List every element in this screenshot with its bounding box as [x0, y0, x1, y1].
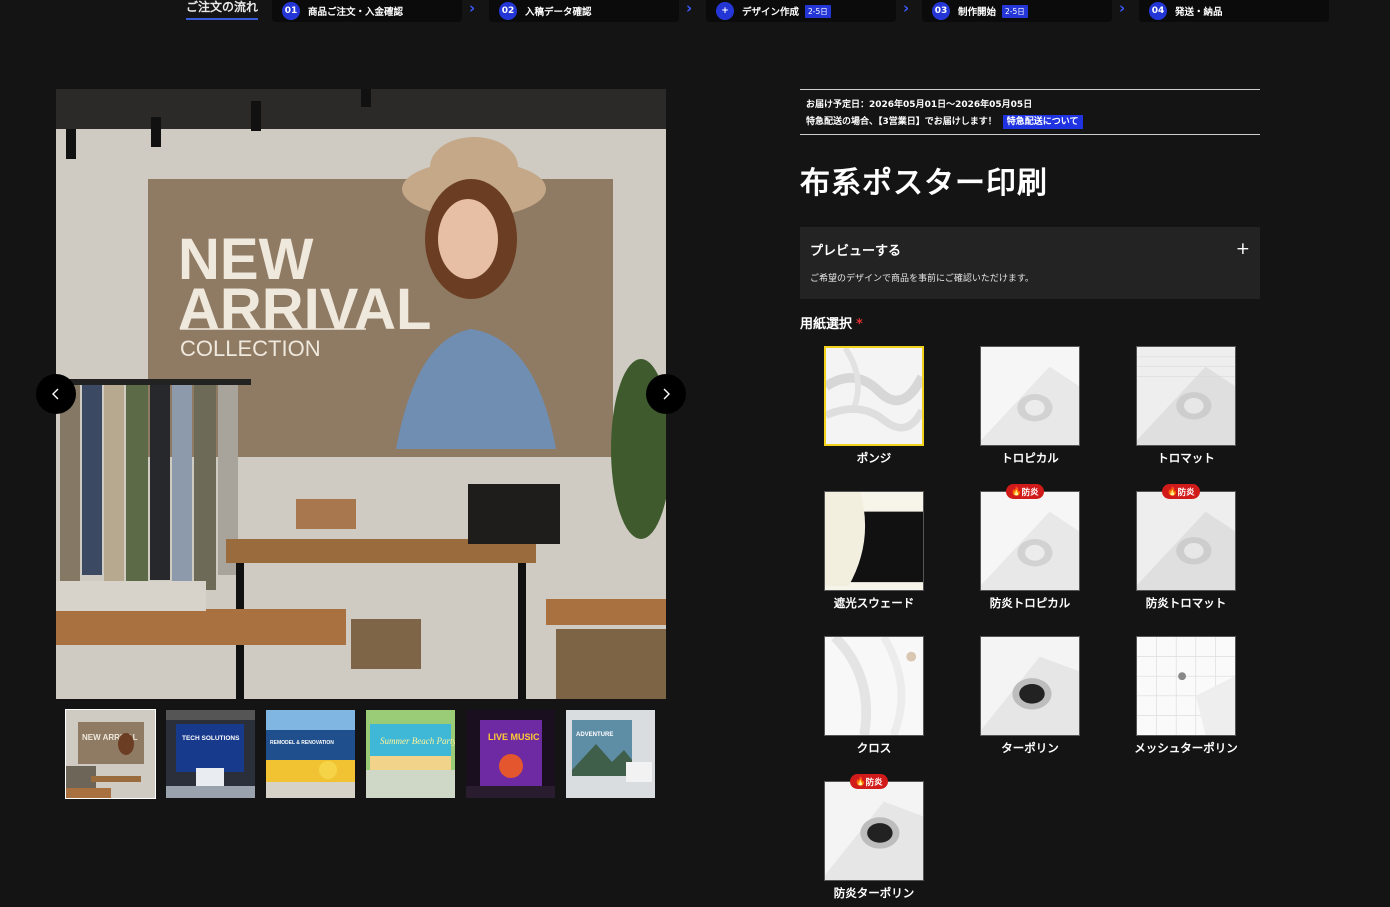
preview-panel: プレビューする + ご希望のデザインで商品を事前にご確認いただけます。: [800, 227, 1260, 299]
banner-text-collection: COLLECTION: [180, 336, 321, 361]
thumbnail-new-arrival[interactable]: NEW ARRIVAL: [65, 709, 156, 799]
step-label: デザイン作成: [742, 7, 800, 18]
prev-image-button[interactable]: [36, 374, 76, 414]
step-days-badge: 2-5日: [1002, 4, 1028, 18]
paper-option-label: ターポリン: [1001, 741, 1059, 755]
plus-icon[interactable]: +: [1236, 241, 1250, 258]
flow-step-3[interactable]: 03 制作開始 2-5日: [922, 0, 1112, 22]
paper-option-blackout-suede[interactable]: 遮光スウェード: [810, 491, 938, 621]
thumbnail-remodel[interactable]: REMODEL & RENOVATION: [266, 710, 355, 798]
delivery-date: お届け予定日：2026年05月01日〜2026年05月05日: [806, 100, 1033, 110]
paper-option-fireproof-tropical[interactable]: 🔥 防炎 防炎トロピカル: [966, 484, 1094, 621]
fire-icon: 🔥: [1167, 486, 1178, 497]
flow-step-2[interactable]: 02 入稿データ確認: [489, 0, 679, 22]
chevron-right-icon: ›: [686, 0, 693, 17]
flow-step-design[interactable]: + デザイン作成 2-5日: [706, 0, 896, 22]
step-number: 02: [499, 2, 517, 20]
blackout-sheet-icon: [824, 491, 924, 591]
fire-icon: 🔥: [1011, 486, 1022, 497]
mesh-sheet-icon: [1136, 636, 1236, 736]
thumbnail-caption: ADVENTURE: [576, 732, 613, 738]
chevron-left-icon: [52, 388, 59, 400]
product-title: 布系ポスター印刷: [800, 166, 1048, 201]
fabric-roll-textured-icon: [1136, 491, 1236, 591]
chevron-right-icon: ›: [469, 0, 476, 17]
paper-option-fireproof-toromatto[interactable]: 🔥 防炎 防炎トロマット: [1122, 484, 1250, 621]
express-delivery-text: 特急配送の場合、【3営業日】でお届けします！: [806, 117, 997, 127]
paper-option-label: 防炎ターポリン: [833, 886, 915, 900]
delivery-info: お届け予定日：2026年05月01日〜2026年05月05日 特急配送の場合、【…: [800, 89, 1260, 135]
fabric-roll-icon: [980, 491, 1080, 591]
paper-option-tropical[interactable]: トロピカル: [966, 346, 1094, 476]
thumbnail-strip: NEW ARRIVAL TECH SOLUTIONS REMODEL & REN…: [65, 709, 655, 799]
next-image-button[interactable]: [646, 374, 686, 414]
thumbnail-live-music[interactable]: LIVE MUSIC: [466, 710, 555, 798]
paper-option-label: メッシュターポリン: [1134, 741, 1238, 755]
fireproof-badge-label: 防炎: [1021, 487, 1039, 498]
fireproof-badge: 🔥 防炎: [1006, 484, 1044, 499]
step-label: 制作開始: [958, 7, 997, 18]
preview-toggle[interactable]: プレビューする +: [810, 240, 1250, 260]
express-delivery-link[interactable]: 特急配送について: [1002, 115, 1083, 129]
step-label: 発送・納品: [1175, 7, 1223, 18]
paper-select-label-text: 用紙選択: [800, 317, 853, 332]
paper-option-tarpaulin[interactable]: ターポリン: [966, 636, 1094, 766]
thumbnail-caption: LIVE MUSIC: [488, 732, 540, 742]
tarpaulin-roll-icon: [824, 781, 924, 881]
required-mark: *: [856, 317, 863, 332]
main-product-image: NEW ARRIVAL COLLECTION: [56, 89, 666, 699]
chevron-right-icon: ›: [903, 0, 910, 17]
paper-option-cross[interactable]: クロス: [810, 636, 938, 766]
banner-text-arrival: ARRIVAL: [178, 277, 431, 342]
preview-description: ご希望のデザインで商品を事前にご確認いただけます。: [810, 274, 1034, 284]
thumbnail-summer-beach-party[interactable]: Summer Beach Party: [366, 710, 455, 798]
paper-option-label: 防炎トロピカル: [989, 596, 1071, 610]
preview-title: プレビューする: [810, 244, 902, 259]
paper-option-label: ポンジ: [856, 451, 892, 465]
step-days-badge: 2-5日: [805, 4, 831, 18]
fire-icon: 🔥: [855, 776, 866, 787]
paper-option-label: 防炎トロマット: [1145, 596, 1227, 610]
paper-option-label: 遮光スウェード: [833, 596, 915, 610]
flow-step-4[interactable]: 04 発送・納品: [1139, 0, 1329, 22]
chevron-right-icon: [663, 388, 670, 400]
fireproof-badge-label: 防炎: [865, 777, 883, 788]
fireproof-badge: 🔥 防炎: [850, 774, 888, 789]
chevron-right-icon: ›: [1119, 0, 1126, 17]
tarpaulin-roll-icon: [980, 636, 1080, 736]
step-number: +: [716, 2, 734, 20]
express-delivery-note: 特急配送の場合、【3営業日】でお届けします！ 特急配送について: [806, 114, 1260, 131]
paper-option-label: トロピカル: [1001, 451, 1059, 465]
thumbnail-caption: Summer Beach Party: [380, 736, 455, 746]
thumbnail-caption: REMODEL & RENOVATION: [270, 740, 334, 746]
fireproof-badge-label: 防炎: [1177, 487, 1195, 498]
paper-option-label: クロス: [856, 741, 892, 755]
fabric-roll-icon: [980, 346, 1080, 446]
paper-select-label: 用紙選択 *: [800, 313, 863, 332]
paper-option-toromatto[interactable]: トロマット: [1122, 346, 1250, 476]
fabric-drape-icon: [824, 346, 924, 446]
cloth-sheet-icon: [824, 636, 924, 736]
thumbnail-caption: TECH SOLUTIONS: [182, 735, 240, 742]
step-label: 入稿データ確認: [525, 7, 592, 18]
step-label: 商品ご注文・入金確認: [308, 7, 404, 18]
step-number: 01: [282, 2, 300, 20]
thumbnail-tech-solutions[interactable]: TECH SOLUTIONS: [166, 710, 255, 798]
step-number: 03: [932, 2, 950, 20]
fireproof-badge: 🔥 防炎: [1162, 484, 1200, 499]
step-number: 04: [1149, 2, 1167, 20]
paper-option-label: トロマット: [1157, 451, 1215, 465]
fabric-roll-textured-icon: [1136, 346, 1236, 446]
flow-step-1[interactable]: 01 商品ご注文・入金確認: [272, 0, 462, 22]
order-flow-title: ご注文の流れ: [186, 0, 259, 20]
order-flow-bar: ご注文の流れ 01 商品ご注文・入金確認 › 02 入稿データ確認 › + デザ…: [0, 0, 1390, 26]
paper-option-ponji[interactable]: ポンジ: [810, 346, 938, 476]
paper-option-fireproof-tarpaulin[interactable]: 🔥 防炎 防炎ターポリン: [810, 774, 938, 907]
paper-option-mesh-tarpaulin[interactable]: メッシュターポリン: [1122, 636, 1250, 766]
thumbnail-adventure[interactable]: ADVENTURE: [566, 710, 655, 798]
